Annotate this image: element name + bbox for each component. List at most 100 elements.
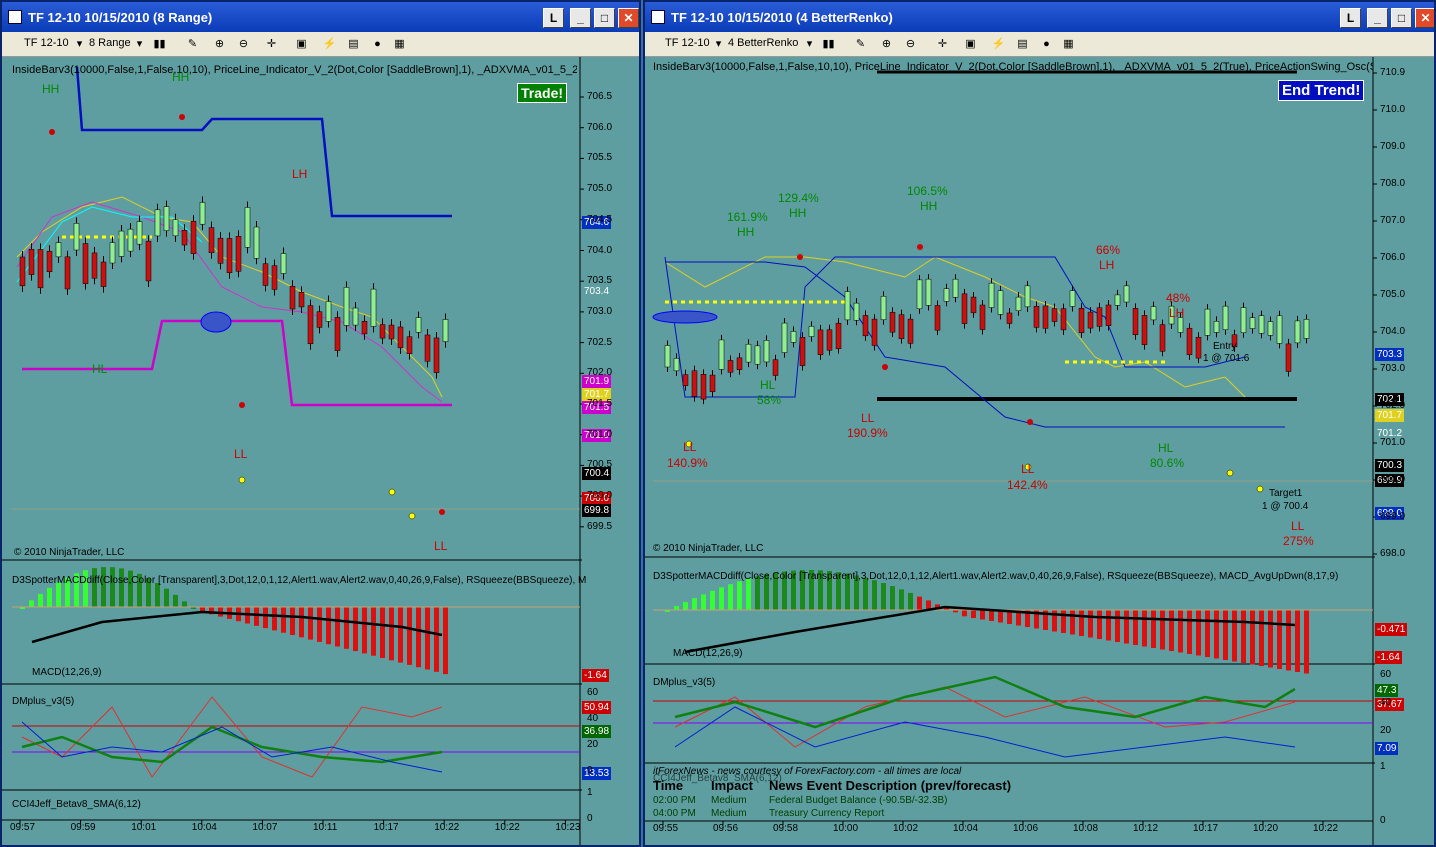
yellow-dot (408, 512, 416, 520)
y-tick-label: 703.0 (587, 305, 613, 317)
swing-label-ll: LL (234, 447, 248, 461)
left-maximize-button[interactable]: □ (594, 8, 615, 28)
renko-brick (790, 331, 797, 343)
right-link-button[interactable]: L (1340, 8, 1361, 28)
news-col-impact: Impact (711, 778, 753, 793)
y-tick-label: 706.0 (587, 121, 613, 133)
macd-bar (1115, 610, 1120, 642)
pencil-icon[interactable]: ✎ (185, 37, 200, 52)
right-minimize-button[interactable]: _ (1367, 8, 1388, 28)
renko-brick (1267, 321, 1274, 336)
renko-brick (952, 278, 959, 298)
chevron-down-icon[interactable]: ▾ (72, 37, 87, 52)
zoom-out-icon[interactable]: ⊖ (903, 37, 918, 52)
swing-dot (882, 364, 888, 370)
strategy-icon[interactable]: ⚡ (991, 37, 1006, 52)
left-minimize-button[interactable]: _ (570, 8, 591, 28)
chevron-down-icon[interactable]: ▾ (711, 37, 726, 52)
right-maximize-button[interactable]: □ (1391, 8, 1412, 28)
zoom-out-icon[interactable]: ⊖ (236, 37, 251, 52)
swing-label-lh: LH (292, 167, 308, 181)
dm-value-tag: 47.3 (1375, 684, 1399, 697)
coin-icon[interactable]: ● (1039, 37, 1054, 52)
end-trend-button[interactable]: End Trend! (1278, 80, 1365, 101)
left-close-button[interactable]: ✕ (618, 8, 639, 28)
swing-dot (179, 114, 185, 120)
left-link-button[interactable]: L (543, 8, 564, 28)
renko-brick (1060, 308, 1067, 331)
candle (55, 242, 62, 258)
macd-bar (863, 577, 868, 610)
bar-type-icon[interactable]: ▮▮ (152, 37, 167, 52)
dm-tick-label: 40 (587, 713, 599, 724)
pencil-icon[interactable]: ✎ (853, 37, 868, 52)
macd-bar (443, 607, 448, 675)
candle (19, 256, 26, 287)
macd-bar (1241, 610, 1246, 663)
renko-brick (817, 329, 824, 355)
macd-bar (899, 589, 904, 610)
strategy-icon[interactable]: ⚡ (322, 37, 337, 52)
right-chart-panel[interactable]: InsideBarv3(10000,False,1,False,10,10), … (645, 57, 1434, 845)
crosshair-icon[interactable]: ✛ (264, 37, 279, 52)
candle (289, 285, 296, 310)
swing-label: 161.9% (727, 210, 768, 224)
period-select[interactable]: 8 Range (89, 37, 131, 49)
news-col-desc: News Event Description (prev/forecast) (769, 778, 1012, 793)
crosshair-icon[interactable]: ✛ (935, 37, 950, 52)
indicator-list: InsideBarv3(10000,False,1,False,10,10), … (653, 61, 1373, 73)
properties-icon[interactable]: ▣ (963, 37, 978, 52)
renko-brick (934, 305, 941, 331)
zoom-in-icon[interactable]: ⊕ (879, 37, 894, 52)
coin-icon[interactable]: ● (370, 37, 385, 52)
right-close-button[interactable]: ✕ (1415, 8, 1434, 28)
macd-bar (434, 607, 439, 672)
swing-label-ll: LL (434, 539, 448, 553)
candle (235, 236, 242, 272)
period-select[interactable]: 4 BetterRenko (728, 37, 798, 49)
macd-bar (674, 606, 679, 610)
x-tick-label: 09:55 (653, 823, 679, 834)
right-title-bar[interactable]: TF 12-10 10/15/2010 (4 BetterRenko) L _ … (645, 2, 1434, 32)
left-title-bar[interactable]: TF 12-10 10/15/2010 (8 Range) L _ □ ✕ (2, 2, 639, 32)
renko-brick (727, 360, 734, 373)
renko-brick (898, 314, 905, 339)
y-tick-label: 702.5 (587, 336, 613, 348)
macd-bar (1151, 610, 1156, 648)
macd-label: MACD(12,26,9) (673, 648, 743, 659)
y-tick-label: 702.0 (587, 367, 613, 379)
instrument-select[interactable]: TF 12-10 (665, 37, 710, 49)
y-tick-label: 701.0 (587, 428, 613, 440)
indicators-icon[interactable]: ▤ (1015, 37, 1030, 52)
data-box-icon[interactable]: ▦ (392, 37, 407, 52)
macd-bar (881, 582, 886, 610)
candle (424, 334, 431, 362)
price-tag: 703.4 (582, 285, 612, 298)
dm-tick-label: 20 (1380, 725, 1392, 736)
renko-brick (1150, 306, 1157, 321)
zoom-in-icon[interactable]: ⊕ (212, 37, 227, 52)
indicators-icon[interactable]: ▤ (346, 37, 361, 52)
swing-dot (439, 509, 445, 515)
macd-bar (92, 568, 97, 607)
right-price-chart (645, 57, 1377, 845)
data-box-icon[interactable]: ▦ (1061, 37, 1076, 52)
macd-bar (1259, 610, 1264, 666)
macd-params: D3SpotterMACDdiff(Close,Color [Transpare… (653, 571, 1339, 582)
instrument-select[interactable]: TF 12-10 (24, 37, 69, 49)
candle (307, 305, 314, 345)
left-chart-panel[interactable]: InsideBarv3(10000,False,1,False,10,10), … (2, 57, 639, 845)
macd-bar (737, 581, 742, 610)
chevron-down-icon[interactable]: ▾ (802, 37, 817, 52)
macd-bar (353, 607, 358, 652)
properties-icon[interactable]: ▣ (294, 37, 309, 52)
magenta-ma-line (16, 201, 443, 403)
bar-type-icon[interactable]: ▮▮ (821, 37, 836, 52)
renko-brick (1051, 308, 1058, 322)
y-tick-label: 701.5 (587, 398, 613, 409)
left-toolbar: TF 12-10 ▾ 8 Range ▾ ▮▮ ✎ ⊕ ⊖ ✛ ▣ ⚡ ▤ ● … (2, 32, 639, 57)
left-price-chart (2, 57, 584, 845)
trade-button[interactable]: Trade! (517, 83, 568, 103)
app-icon (651, 10, 665, 24)
chevron-down-icon[interactable]: ▾ (132, 37, 147, 52)
